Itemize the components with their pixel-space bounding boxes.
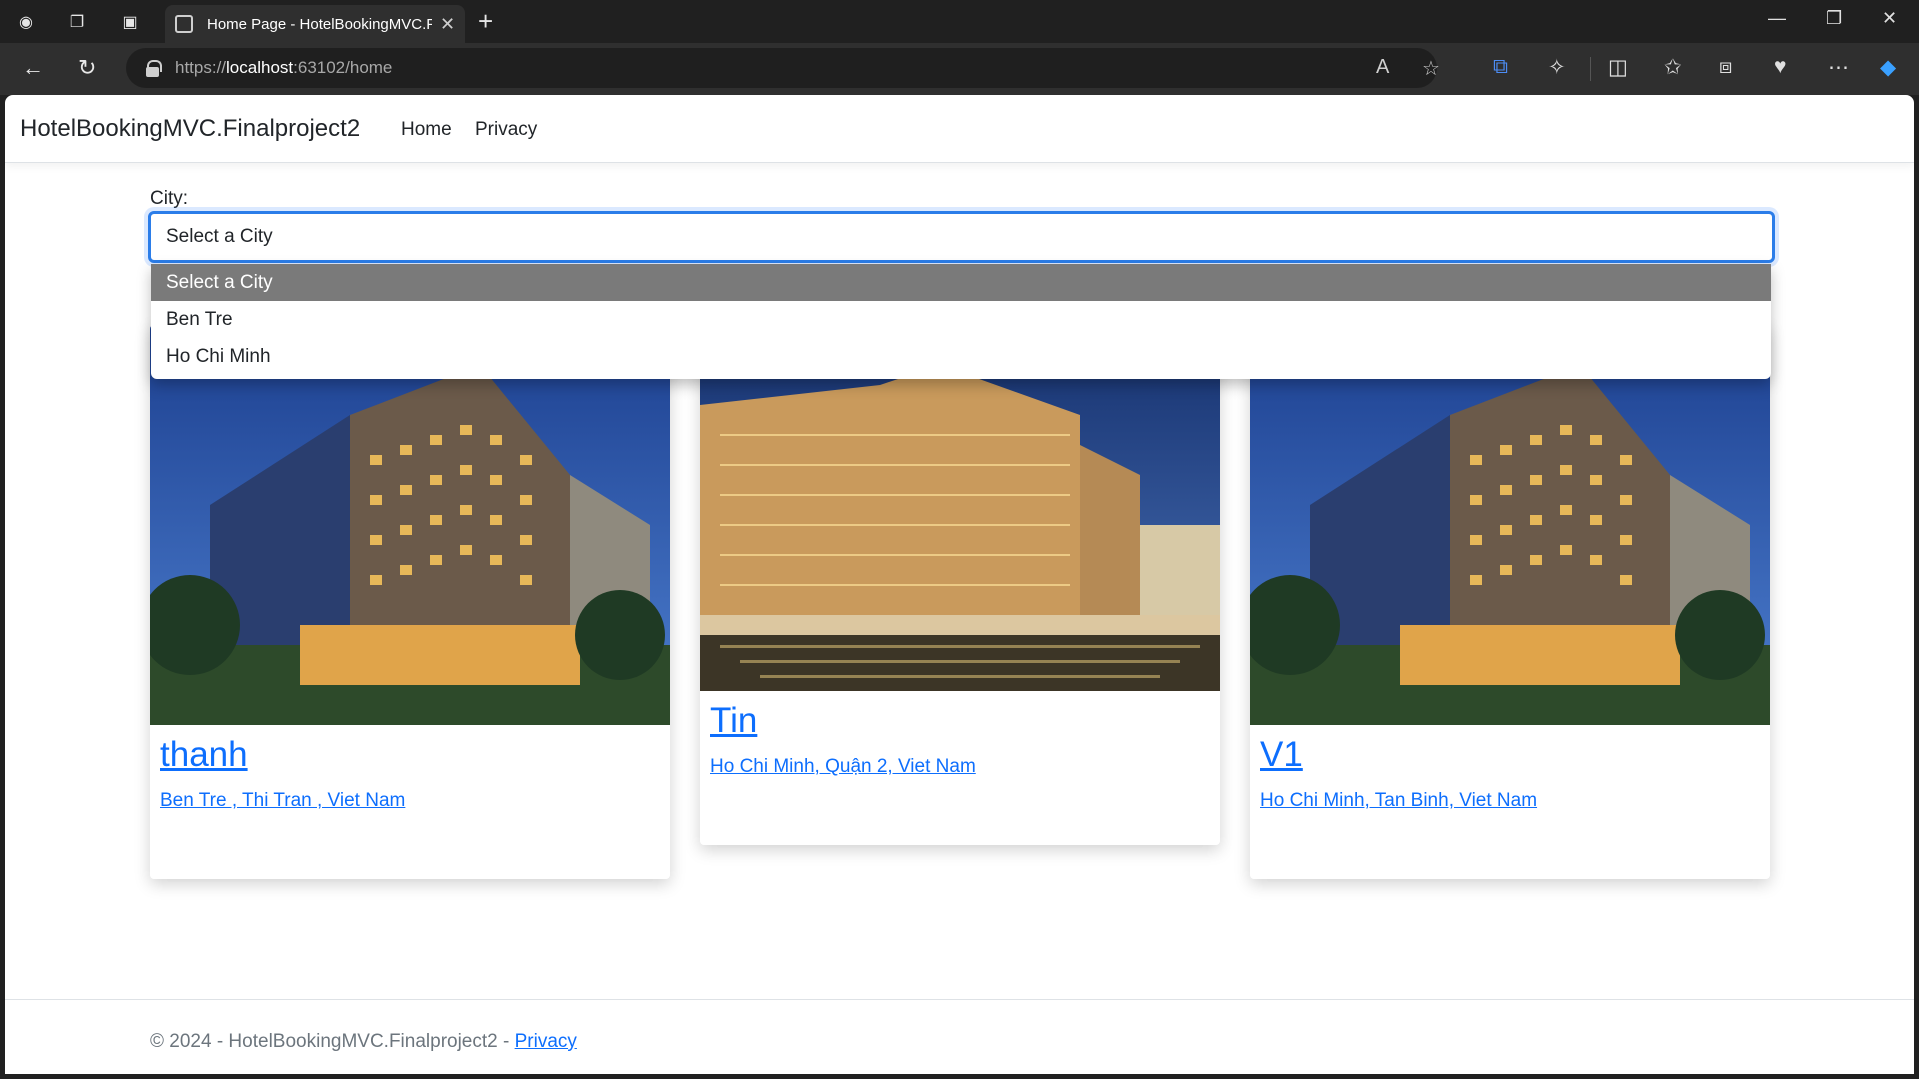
favorite-star-icon[interactable]: ☆ bbox=[1422, 56, 1440, 81]
hotel-address-link[interactable]: Ben Tre , Thi Tran , Viet Nam bbox=[160, 790, 405, 812]
hotel-name-link[interactable]: V1 bbox=[1260, 735, 1303, 775]
city-option-ho-chi-minh[interactable]: Ho Chi Minh bbox=[151, 338, 1771, 375]
split-screen-icon[interactable]: ◫ bbox=[1608, 55, 1628, 80]
tab-title: Home Page - HotelBookingMVC.F bbox=[207, 15, 432, 33]
page-viewport: HotelBookingMVC.Finalproject2 Home Priva… bbox=[5, 95, 1914, 1074]
new-tab-icon[interactable]: + bbox=[478, 6, 493, 37]
site-brand[interactable]: HotelBookingMVC.Finalproject2 bbox=[20, 115, 360, 143]
site-navbar: HotelBookingMVC.Finalproject2 Home Priva… bbox=[5, 95, 1914, 163]
toolbar-divider bbox=[1590, 57, 1591, 81]
browser-titlebar: ◉ ❐ ▣ Home Page - HotelBookingMVC.F ✕ + … bbox=[0, 0, 1919, 43]
hotel-address-link[interactable]: Ho Chi Minh, Quận 2, Viet Nam bbox=[710, 756, 976, 778]
tab-close-icon[interactable]: ✕ bbox=[440, 14, 455, 35]
workspaces-icon[interactable]: ❐ bbox=[64, 9, 90, 35]
collections-icon[interactable]: ⧈ bbox=[1719, 55, 1732, 79]
hotel-address-link[interactable]: Ho Chi Minh, Tan Binh, Viet Nam bbox=[1260, 790, 1537, 812]
url-text: https://localhost:63102/home bbox=[175, 58, 393, 77]
city-label: City: bbox=[150, 188, 188, 209]
nav-link-home[interactable]: Home bbox=[401, 119, 452, 141]
hotel-image[interactable] bbox=[150, 325, 670, 725]
nav-link-privacy[interactable]: Privacy bbox=[475, 119, 537, 141]
minimize-icon[interactable]: — bbox=[1768, 8, 1786, 29]
city-select[interactable]: Select a City bbox=[148, 211, 1775, 263]
site-footer: © 2024 - HotelBookingMVC.Finalproject2 -… bbox=[5, 999, 1914, 1074]
hotel-name-link[interactable]: thanh bbox=[160, 735, 248, 775]
browser-tab-active[interactable]: Home Page - HotelBookingMVC.F ✕ bbox=[165, 5, 465, 43]
hotel-card: Tin Ho Chi Minh, Quận 2, Viet Nam bbox=[700, 325, 1220, 845]
hotel-image[interactable] bbox=[1250, 325, 1770, 725]
profile-avatar-icon[interactable]: ◉ bbox=[13, 9, 39, 35]
page-favicon-icon bbox=[175, 15, 193, 33]
vertical-tabs-icon[interactable]: ▣ bbox=[117, 9, 143, 35]
lock-icon[interactable] bbox=[146, 60, 162, 77]
favorites-icon[interactable]: ✩ bbox=[1664, 55, 1682, 80]
back-icon[interactable]: ← bbox=[22, 55, 44, 81]
city-option-ben-tre[interactable]: Ben Tre bbox=[151, 301, 1771, 338]
address-bar[interactable]: https://localhost:63102/home A ☆ bbox=[126, 48, 1440, 88]
hotel-card: thanh Ben Tre , Thi Tran , Viet Nam bbox=[150, 325, 670, 879]
footer-text: © 2024 - HotelBookingMVC.Finalproject2 -… bbox=[150, 1031, 577, 1052]
city-dropdown-list: Select a City Ben Tre Ho Chi Minh bbox=[151, 264, 1771, 379]
hotel-card: V1 Ho Chi Minh, Tan Binh, Viet Nam bbox=[1250, 325, 1770, 879]
window-close-icon[interactable]: ✕ bbox=[1882, 8, 1897, 29]
browser-toolbar: ← ↻ https://localhost:63102/home A ☆ ⧉ ✧… bbox=[0, 43, 1919, 95]
restore-icon[interactable]: ❐ bbox=[1826, 8, 1842, 29]
browser-essentials-icon[interactable]: ♥ bbox=[1774, 55, 1786, 79]
more-options-icon[interactable]: ⋯ bbox=[1828, 55, 1849, 80]
read-aloud-icon[interactable]: A bbox=[1376, 56, 1389, 79]
refresh-icon[interactable]: ↻ bbox=[78, 55, 96, 81]
copilot-icon[interactable]: ◆ bbox=[1880, 55, 1896, 80]
translate-icon[interactable]: ⧉ bbox=[1493, 55, 1508, 79]
extensions-icon[interactable]: ✧ bbox=[1548, 55, 1566, 80]
footer-privacy-link[interactable]: Privacy bbox=[515, 1031, 577, 1052]
hotel-name-link[interactable]: Tin bbox=[710, 701, 757, 741]
city-option-select[interactable]: Select a City bbox=[151, 264, 1771, 301]
hotel-image[interactable] bbox=[700, 325, 1220, 691]
